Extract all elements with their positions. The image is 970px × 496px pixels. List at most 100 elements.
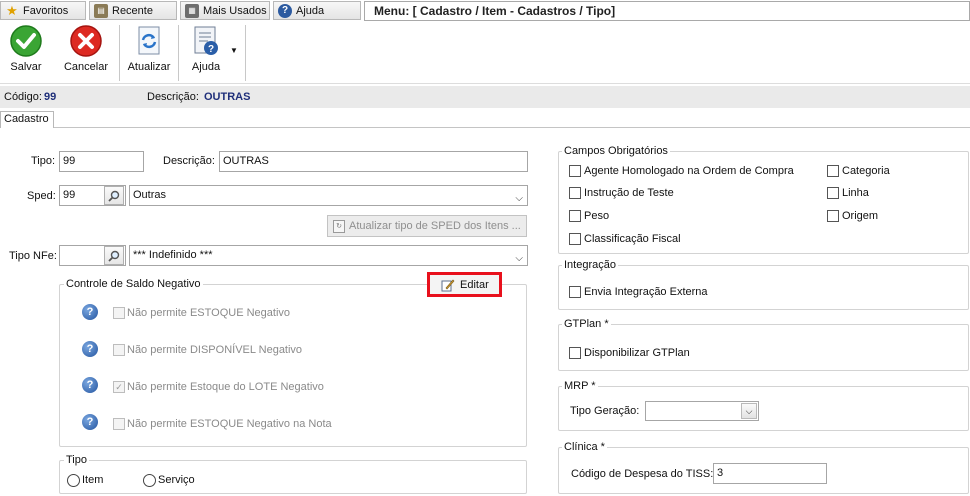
code-label: Código: [4,91,42,103]
gtplan-title: GTPlan * [562,318,611,330]
tipo-label: Tipo: [31,155,56,167]
help-icon[interactable]: ? [82,414,98,430]
tipo-servico-radio[interactable] [143,474,156,487]
descricao-input[interactable]: OUTRAS [219,151,528,172]
campos-obrigatorios-title: Campos Obrigatórios [562,145,670,157]
tab-mais-usados[interactable]: ▦ Mais Usados [180,1,270,20]
campo-peso-checkbox[interactable] [569,210,581,222]
chevron-down-icon: ⌵ [515,253,523,264]
refresh-icon [138,26,160,55]
campo-origem-label: Origem [842,210,879,222]
tipo-item-radio[interactable] [67,474,80,487]
campo-agente-checkbox[interactable] [569,165,581,177]
tipo-nfe-search-button[interactable] [104,246,124,265]
chevron-down-icon: ⌵ [741,403,757,419]
despesa-tiss-input[interactable]: 3 [713,463,827,484]
campo-linha-label: Linha [842,187,869,199]
tab-mais-usados-label: Mais Usados [203,4,267,17]
help-icon[interactable]: ? [82,377,98,393]
close-icon [70,25,102,57]
save-label: Salvar [10,61,42,73]
update-sped-button[interactable]: ↻ Atualizar tipo de SPED dos Itens ... [327,215,527,237]
description-value: OUTRAS [204,91,251,103]
saldo-option-4-label: Não permite ESTOQUE Negativo na Nota [127,418,332,430]
help-icon: ? [278,3,292,18]
cancel-button[interactable]: Cancelar [60,24,112,82]
tipo-geracao-label: Tipo Geração: [570,405,640,417]
campo-categoria-checkbox[interactable] [827,165,839,177]
recent-icon: ▤ [94,3,108,18]
chevron-down-icon: ⌵ [515,193,523,204]
tipo-group-title: Tipo [64,454,89,466]
refresh-label: Atualizar [127,61,171,73]
toolbar-divider [178,25,179,81]
tipo-geracao-select[interactable]: ⌵ [645,401,759,421]
tab-favoritos-label: Favoritos [23,4,69,17]
campo-instrucao-checkbox[interactable] [569,187,581,199]
sped-code-value: 99 [63,189,76,201]
saldo-option-2-label: Não permite DISPONÍVEL Negativo [127,344,303,356]
edit-icon [441,279,455,291]
help-dropdown-chevron-icon[interactable]: ▼ [230,46,238,55]
tab-ajuda-label: Ajuda [296,4,325,17]
help-button[interactable]: ? Ajuda [186,24,226,82]
search-icon [108,250,120,262]
sped-search-button[interactable] [104,186,124,205]
tipo-group [59,460,527,494]
tipo-servico-label: Serviço [158,474,195,486]
update-sped-label: Atualizar tipo de SPED dos Itens ... [349,220,521,232]
tab-cadastro[interactable]: Cadastro [0,111,54,128]
descricao-label: Descrição: [163,155,215,167]
search-icon [108,190,120,202]
toolbar-divider [119,25,120,81]
gtplan-label: Disponibilizar GTPlan [584,347,690,359]
campo-instrucao-label: Instrução de Teste [584,187,674,199]
most-used-icon: ▦ [185,3,199,18]
tab-ajuda[interactable]: ? Ajuda [273,1,361,20]
gtplan-checkbox[interactable] [569,347,581,359]
campo-classificacao-checkbox[interactable] [569,233,581,245]
tab-recente[interactable]: ▤ Recente [89,1,177,20]
help-label: Ajuda [191,61,221,73]
tab-recente-label: Recente [112,4,153,17]
edit-button[interactable]: Editar [427,272,502,297]
integracao-externa-label: Envia Integração Externa [584,286,708,298]
toolbar-divider [245,25,246,81]
help-icon[interactable]: ? [82,304,98,320]
sped-select[interactable]: Outras ⌵ [129,185,528,206]
check-icon [10,25,42,57]
tab-favoritos[interactable]: ★ Favoritos [0,1,86,20]
save-button[interactable]: Salvar [6,24,46,82]
tipo-nfe-label: Tipo NFe: [9,250,57,262]
document-refresh-icon: ↻ [333,219,345,233]
toolbar: Salvar Cancelar Atualizar ? Ajuda ▼ [0,21,970,84]
saldo-option-1-checkbox[interactable] [113,307,125,319]
campo-categoria-label: Categoria [842,165,890,177]
tipo-nfe-select[interactable]: *** Indefinido *** ⌵ [129,245,528,266]
help-document-icon: ? [194,26,218,55]
refresh-button[interactable]: Atualizar [126,24,172,82]
menu-path: Menu: [ Cadastro / Item - Cadastros / Ti… [364,1,970,21]
help-icon[interactable]: ? [82,341,98,357]
saldo-negativo-title: Controle de Saldo Negativo [64,278,203,290]
saldo-option-2-checkbox[interactable] [113,344,125,356]
saldo-option-4-checkbox[interactable] [113,418,125,430]
campo-origem-checkbox[interactable] [827,210,839,222]
tab-strip: Cadastro [0,110,970,128]
code-value: 99 [44,91,57,103]
sped-select-value: Outras [133,189,167,201]
campo-agente-label: Agente Homologado na Ordem de Compra [584,165,794,177]
campo-classificacao-label: Classificação Fiscal [584,233,681,245]
cancel-label: Cancelar [63,61,109,73]
tipo-input[interactable]: 99 [59,151,144,172]
saldo-option-1-label: Não permite ESTOQUE Negativo [127,307,291,319]
saldo-option-3-checkbox[interactable]: ✓ [113,381,125,393]
edit-label: Editar [460,278,489,291]
clinica-title: Clínica * [562,441,607,453]
campo-linha-checkbox[interactable] [827,187,839,199]
star-icon: ★ [6,2,18,18]
sped-label: Sped: [27,190,56,202]
svg-text:?: ? [208,44,214,55]
saldo-option-3-label: Não permite Estoque do LOTE Negativo [127,381,324,393]
integracao-externa-checkbox[interactable] [569,286,581,298]
